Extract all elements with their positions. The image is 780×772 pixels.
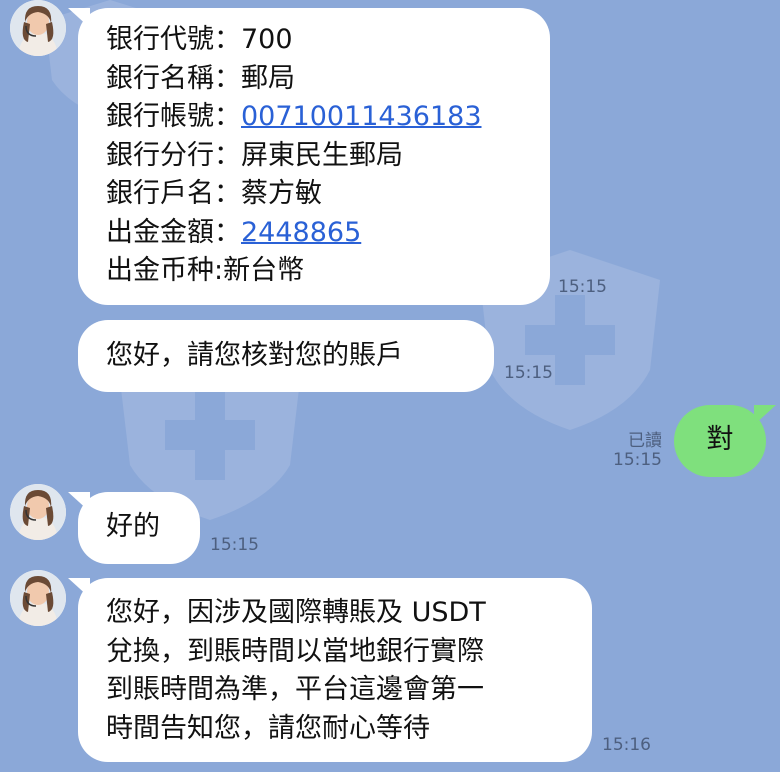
- account-number-link[interactable]: 00710011436183: [241, 101, 482, 132]
- message-line: 银行代號：700: [106, 24, 293, 55]
- agent-avatar-icon: [10, 0, 66, 56]
- message-timestamp: 15:15: [504, 363, 553, 383]
- agent-avatar[interactable]: [10, 570, 66, 626]
- message-verify-account: 您好，請您核對您的賬戶: [78, 320, 494, 392]
- message-timestamp: 15:16: [602, 735, 651, 755]
- message-confirm: 對: [674, 405, 776, 477]
- agent-avatar-icon: [10, 570, 66, 626]
- message-bank-details: 银行代號：700 銀行名稱：郵局 銀行帳號：00710011436183 銀行分…: [68, 8, 550, 305]
- message-line: 出金币种:新台幣: [106, 255, 305, 286]
- amount-link[interactable]: 2448865: [241, 217, 361, 248]
- message-timestamp: 15:15: [613, 450, 662, 470]
- message-line: 銀行帳號：00710011436183: [106, 101, 482, 132]
- message-line: 銀行名稱：郵局: [106, 62, 295, 94]
- agent-avatar[interactable]: [10, 484, 66, 540]
- message-timestamp: 15:15: [210, 535, 259, 555]
- agent-avatar-icon: [10, 484, 66, 540]
- agent-avatar[interactable]: [10, 0, 66, 56]
- message-transfer-notice: 您好，因涉及國際轉賬及 USDT 兌換，到賬時間以當地銀行實際 到賬時間為準，平…: [68, 578, 592, 762]
- message-ok: 好的: [68, 492, 200, 564]
- message-line: 銀行分行：屏東民生郵局: [106, 139, 403, 171]
- message-line: 銀行戶名：蔡方敏: [106, 178, 322, 209]
- read-receipt: 已讀: [628, 431, 662, 451]
- message-line: 出金金額：2448865: [106, 216, 362, 248]
- message-timestamp: 15:15: [558, 277, 607, 297]
